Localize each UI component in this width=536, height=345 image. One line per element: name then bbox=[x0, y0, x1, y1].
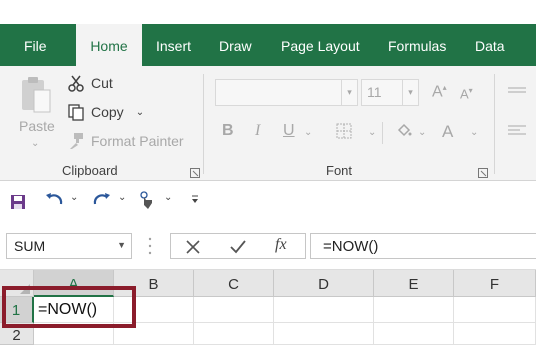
underline-button[interactable]: U bbox=[283, 122, 295, 140]
font-group-label: Font bbox=[326, 163, 353, 178]
align-top-icon[interactable] bbox=[508, 83, 526, 101]
customize-qat-icon[interactable] bbox=[191, 193, 199, 208]
paste-dropdown-icon[interactable]: ⌄ bbox=[31, 138, 39, 149]
scissors-icon bbox=[66, 74, 86, 92]
group-divider bbox=[382, 122, 383, 144]
font-size-value: 11 bbox=[367, 84, 382, 100]
cell-c2[interactable] bbox=[194, 323, 274, 345]
formula-bar-resize-handle[interactable] bbox=[148, 235, 152, 257]
save-icon[interactable] bbox=[10, 194, 26, 215]
tab-insert[interactable]: Insert bbox=[144, 24, 203, 66]
cell-c1[interactable] bbox=[194, 297, 274, 323]
font-launcher-icon[interactable] bbox=[478, 165, 488, 178]
font-name-box[interactable]: ▾ bbox=[215, 79, 358, 106]
font-size-dropdown-icon[interactable]: ▾ bbox=[402, 80, 418, 105]
touch-mode-dropdown-icon[interactable]: ⌄ bbox=[164, 192, 172, 203]
borders-dropdown-icon[interactable]: ⌄ bbox=[368, 127, 376, 138]
name-box-dropdown-icon[interactable]: ▼ bbox=[117, 240, 126, 250]
column-header-d[interactable]: D bbox=[274, 270, 374, 297]
fill-color-icon[interactable] bbox=[395, 122, 413, 145]
bold-button[interactable]: B bbox=[222, 122, 234, 140]
borders-icon[interactable] bbox=[336, 123, 352, 144]
tab-formulas[interactable]: Formulas bbox=[376, 24, 458, 66]
tab-draw[interactable]: Draw bbox=[207, 24, 264, 66]
clipboard-group-label: Clipboard bbox=[62, 163, 118, 178]
undo-dropdown-icon[interactable]: ⌄ bbox=[70, 192, 78, 203]
font-color-dropdown-icon[interactable]: ⌄ bbox=[470, 127, 478, 138]
format-painter-button[interactable]: Format Painter bbox=[66, 132, 184, 150]
cut-button[interactable]: Cut bbox=[66, 74, 113, 92]
underline-dropdown-icon[interactable]: ⌄ bbox=[304, 127, 312, 138]
redo-icon[interactable] bbox=[92, 192, 112, 215]
copy-label: Copy bbox=[91, 104, 124, 120]
shrink-font-icon[interactable]: A▾ bbox=[460, 86, 473, 101]
redo-dropdown-icon[interactable]: ⌄ bbox=[118, 192, 126, 203]
formula-buttons: fx bbox=[170, 233, 306, 259]
italic-button[interactable]: I bbox=[255, 122, 260, 140]
paste-icon[interactable] bbox=[20, 76, 54, 116]
group-divider bbox=[494, 74, 495, 174]
name-box[interactable]: SUM ▼ bbox=[6, 233, 132, 259]
cut-label: Cut bbox=[91, 75, 113, 91]
formula-input[interactable]: =NOW() bbox=[310, 233, 536, 259]
ribbon-tab-bar: File Home Insert Draw Page Layout Formul… bbox=[0, 0, 536, 68]
group-divider bbox=[203, 74, 204, 174]
enter-checkmark-icon[interactable] bbox=[229, 239, 247, 260]
column-header-c[interactable]: C bbox=[194, 270, 274, 297]
insert-function-icon[interactable]: fx bbox=[275, 236, 287, 254]
ribbon-home-panel: Paste ⌄ Cut Copy ⌄ Format Painter Clipbo… bbox=[0, 66, 536, 181]
paintbrush-icon bbox=[66, 132, 86, 150]
format-painter-label: Format Painter bbox=[91, 133, 184, 149]
column-header-e[interactable]: E bbox=[374, 270, 454, 297]
tab-home[interactable]: Home bbox=[76, 24, 142, 68]
quick-access-toolbar: ⌄ ⌄ ⌄ bbox=[0, 181, 536, 221]
clipboard-launcher-icon[interactable] bbox=[190, 165, 200, 178]
cell-e2[interactable] bbox=[374, 323, 454, 345]
tab-data[interactable]: Data bbox=[463, 24, 517, 66]
copy-icon bbox=[66, 103, 86, 121]
align-left-icon[interactable] bbox=[508, 124, 526, 143]
touch-mode-icon[interactable] bbox=[138, 191, 154, 216]
cell-d1[interactable] bbox=[274, 297, 374, 323]
fill-color-dropdown-icon[interactable]: ⌄ bbox=[418, 127, 426, 138]
tab-page-layout[interactable]: Page Layout bbox=[269, 24, 372, 66]
worksheet-grid: A B C D E F 1 2 =NOW() bbox=[0, 270, 536, 345]
copy-button[interactable]: Copy ⌄ bbox=[66, 103, 144, 121]
copy-dropdown-icon[interactable]: ⌄ bbox=[136, 107, 144, 118]
column-header-f[interactable]: F bbox=[454, 270, 536, 297]
formula-bar: SUM ▼ fx =NOW() bbox=[0, 221, 536, 270]
tab-file[interactable]: File bbox=[12, 24, 59, 66]
name-box-value: SUM bbox=[14, 238, 46, 254]
font-color-button[interactable]: A bbox=[442, 122, 453, 142]
cell-e1[interactable] bbox=[374, 297, 454, 323]
cell-d2[interactable] bbox=[274, 323, 374, 345]
cell-f1[interactable] bbox=[454, 297, 536, 323]
annotation-highlight-box bbox=[2, 286, 136, 328]
cancel-icon[interactable] bbox=[185, 239, 201, 260]
font-name-dropdown-icon[interactable]: ▾ bbox=[341, 80, 357, 105]
undo-icon[interactable] bbox=[44, 192, 64, 215]
grow-font-icon[interactable]: A▴ bbox=[432, 83, 447, 101]
paste-button[interactable]: Paste bbox=[19, 118, 55, 134]
formula-text: =NOW() bbox=[323, 238, 379, 255]
cell-f2[interactable] bbox=[454, 323, 536, 345]
font-size-box[interactable]: 11 ▾ bbox=[361, 79, 419, 106]
